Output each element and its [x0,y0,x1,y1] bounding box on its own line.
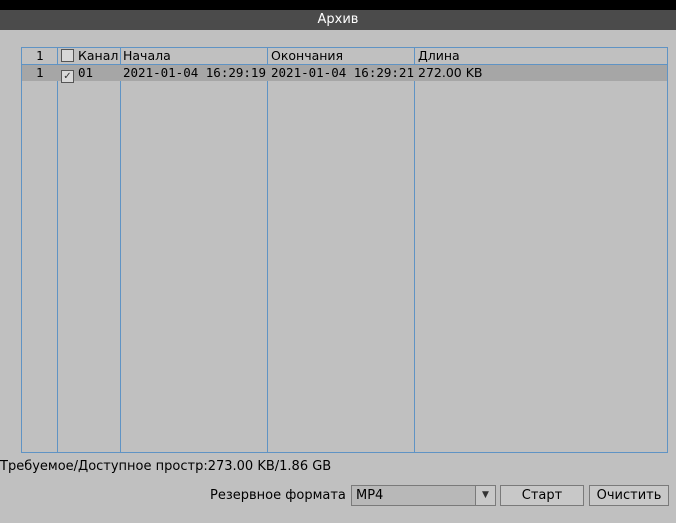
row-checkbox[interactable]: ✓ [61,70,74,83]
column-divider [267,48,268,452]
archive-table: 1 Канал Начала Окончания Длина 1 ✓ 01 202… [21,47,668,453]
format-select[interactable]: MP4 ▼ [351,485,496,506]
clear-button[interactable]: Очистить [589,485,669,506]
triangle-down-icon[interactable]: ▼ [475,486,495,505]
row-channel: 01 [78,65,94,80]
header-start: Начала [123,48,171,63]
select-all-checkbox[interactable] [61,49,74,62]
space-info: Требуемое/Доступное простр:273.00 KB/1.8… [0,459,332,474]
format-label: Резервное формата [210,488,346,503]
header-index: 1 [36,48,44,63]
row-length: 272.00 KB [418,65,483,80]
checkmark-icon: ✓ [63,71,72,82]
row-index: 1 [36,65,44,80]
column-divider [57,48,58,452]
header-channel: Канал [78,48,119,63]
row-channel-cell[interactable]: ✓ 01 [61,65,94,83]
window-title: Архив [0,10,676,30]
column-divider [120,48,121,452]
format-value: MP4 [356,488,384,503]
table-header: 1 Канал Начала Окончания Длина [22,48,667,65]
start-button[interactable]: Старт [500,485,584,506]
header-end: Окончания [271,48,344,63]
archive-window: Архив 1 Канал Начала Окончания Длина 1 ✓… [0,10,676,523]
row-start: 2021-01-04 16:29:19 [123,65,266,80]
column-divider [414,48,415,452]
header-channel-cell[interactable]: Канал [61,48,118,64]
header-length: Длина [418,48,460,63]
table-row[interactable]: 1 ✓ 01 2021-01-04 16:29:19 2021-01-04 16:… [22,65,667,83]
row-end: 2021-01-04 16:29:21 [271,65,414,80]
